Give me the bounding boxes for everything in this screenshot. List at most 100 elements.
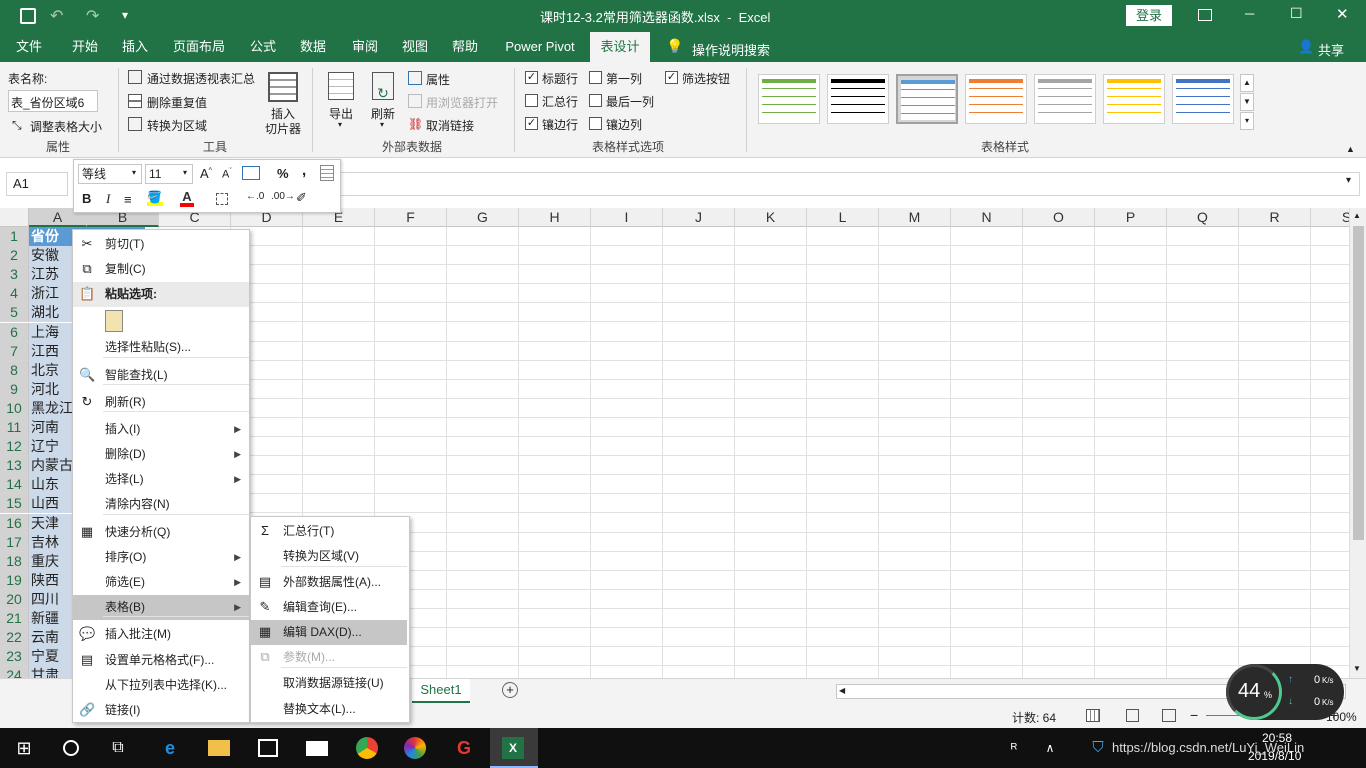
chevron-down-icon[interactable]: ▾: [183, 168, 187, 177]
number-format-icon[interactable]: [242, 166, 260, 180]
ribbon-display-icon[interactable]: [1198, 9, 1212, 21]
clock-date[interactable]: 2019/8/10: [1248, 749, 1301, 763]
tab-power-pivot[interactable]: Power Pivot: [498, 32, 582, 62]
insert-slicer-button-line2[interactable]: 切片器: [265, 120, 301, 137]
row-header-23[interactable]: 23: [0, 647, 29, 667]
expand-formula-icon[interactable]: ▾: [1346, 175, 1351, 186]
mail-icon[interactable]: [306, 741, 328, 756]
row-header-13[interactable]: 13: [0, 456, 29, 476]
open-in-browser-button[interactable]: 用浏览器打开: [426, 94, 498, 111]
row-header-17[interactable]: 17: [0, 532, 29, 552]
convert-range-button[interactable]: 转换为区域: [147, 117, 207, 134]
table-style-7[interactable]: [1172, 74, 1234, 124]
format-painter-icon[interactable]: [320, 165, 334, 181]
banded-rows-checkbox[interactable]: ✓: [525, 117, 538, 130]
row-header-11[interactable]: 11: [0, 418, 29, 437]
normal-view-icon[interactable]: [1086, 709, 1100, 722]
scroll-down-icon[interactable]: ▼: [1353, 664, 1361, 673]
total-row-checkbox[interactable]: [525, 94, 538, 107]
share-button[interactable]: 共享: [1318, 40, 1344, 59]
column-header-F[interactable]: F: [375, 208, 447, 227]
excel-taskbar-icon[interactable]: X: [490, 728, 538, 768]
unlink-button[interactable]: 取消链接: [426, 117, 474, 134]
undo-icon[interactable]: ↶: [50, 6, 63, 26]
column-header-H[interactable]: H: [519, 208, 591, 227]
increase-decimal-icon[interactable]: ←.0: [246, 191, 264, 202]
context-menu-item-13[interactable]: 筛选(E) ▶: [73, 570, 249, 595]
tab-data[interactable]: 数据: [290, 32, 336, 62]
context-menu-item-18[interactable]: 🔗 链接(I): [73, 698, 249, 723]
table-style-1[interactable]: [758, 74, 820, 124]
properties-button[interactable]: 属性: [426, 71, 450, 88]
context-menu-item-16[interactable]: ▤ 设置单元格格式(F)...: [73, 648, 249, 673]
paste-keep-format-icon[interactable]: [105, 310, 123, 332]
minimize-button[interactable]: ─: [1245, 6, 1254, 21]
row-header-19[interactable]: 19: [0, 570, 29, 590]
customize-qat-icon[interactable]: ▾: [122, 8, 128, 22]
edge-icon[interactable]: e: [158, 736, 182, 760]
column-header-P[interactable]: P: [1095, 208, 1167, 227]
context-menu-item-11[interactable]: ▦ 快速分析(Q): [73, 520, 249, 545]
row-header-24[interactable]: 24: [0, 666, 29, 678]
redo-icon[interactable]: ↷: [86, 6, 99, 26]
row-header-4[interactable]: 4: [0, 284, 29, 304]
app-red-icon[interactable]: G: [452, 736, 476, 760]
scroll-thumb[interactable]: [1353, 226, 1364, 540]
login-button[interactable]: 登录: [1126, 5, 1172, 26]
table-name-input[interactable]: 表_省份区域6: [8, 90, 98, 112]
fill-color-icon[interactable]: 🪣: [147, 190, 163, 206]
table-style-4[interactable]: [965, 74, 1027, 124]
people-icon[interactable]: ᴿ: [1002, 736, 1026, 760]
table-style-3[interactable]: [896, 74, 958, 124]
store-icon[interactable]: [258, 739, 278, 757]
table-submenu-item-7[interactable]: 取消数据源链接(U): [251, 671, 407, 696]
scroll-up-icon[interactable]: ▲: [1353, 211, 1361, 220]
row-header-20[interactable]: 20: [0, 589, 29, 609]
shrink-font-icon[interactable]: Aˇ: [222, 168, 232, 181]
chrome-icon[interactable]: [356, 737, 378, 759]
save-icon[interactable]: [20, 8, 36, 24]
row-header-3[interactable]: 3: [0, 265, 29, 285]
banded-columns-checkbox[interactable]: [589, 117, 602, 130]
table-style-6[interactable]: [1103, 74, 1165, 124]
column-header-J[interactable]: J: [663, 208, 735, 227]
table-submenu-item-8[interactable]: 替换文本(L)...: [251, 697, 407, 722]
row-header-16[interactable]: 16: [0, 513, 29, 533]
tab-insert[interactable]: 插入: [112, 32, 158, 62]
select-all-corner[interactable]: [0, 208, 29, 227]
table-style-2[interactable]: [827, 74, 889, 124]
context-menu-item-8[interactable]: 删除(D) ▶: [73, 442, 249, 467]
row-header-21[interactable]: 21: [0, 609, 29, 628]
resize-table-button[interactable]: 调整表格大小: [30, 118, 102, 135]
gallery-scroll-up-icon[interactable]: ▲: [1240, 74, 1254, 92]
column-header-G[interactable]: G: [447, 208, 519, 227]
context-menu-item-9[interactable]: 选择(L) ▶: [73, 467, 249, 492]
collapse-ribbon-icon[interactable]: ▲: [1346, 144, 1355, 154]
restore-button[interactable]: ☐: [1290, 5, 1303, 22]
scroll-left-icon[interactable]: ◀: [839, 686, 845, 695]
table-style-5[interactable]: [1034, 74, 1096, 124]
tab-home[interactable]: 开始: [62, 32, 108, 62]
gallery-more-icon[interactable]: ▾: [1240, 112, 1254, 130]
table-submenu-item-4[interactable]: ✎ 编辑查询(E)...: [251, 595, 407, 620]
tell-me-search[interactable]: 操作说明搜索: [692, 40, 770, 59]
column-header-N[interactable]: N: [951, 208, 1023, 227]
decrease-decimal-icon[interactable]: .00→: [271, 191, 295, 202]
grow-font-icon[interactable]: A^: [200, 166, 212, 181]
task-view-icon[interactable]: ⧉: [106, 736, 130, 760]
bold-button[interactable]: B: [82, 191, 91, 206]
row-header-18[interactable]: 18: [0, 551, 29, 571]
tab-help[interactable]: 帮助: [442, 32, 488, 62]
context-menu-item-7[interactable]: 插入(I) ▶: [73, 417, 249, 442]
add-sheet-icon[interactable]: +: [502, 682, 518, 698]
tab-table-design[interactable]: 表设计: [590, 32, 650, 62]
row-header-6[interactable]: 6: [0, 322, 29, 342]
clear-format-icon[interactable]: ✐: [296, 190, 307, 206]
first-column-checkbox[interactable]: [589, 71, 602, 84]
clock-time[interactable]: 20:58: [1262, 731, 1292, 745]
italic-button[interactable]: I: [106, 191, 110, 207]
context-menu-item-1[interactable]: ✂ 剪切(T): [73, 232, 249, 257]
percent-button[interactable]: %: [277, 166, 289, 181]
sheet-tab[interactable]: Sheet1: [412, 679, 470, 703]
header-row-checkbox[interactable]: ✓: [525, 71, 538, 84]
